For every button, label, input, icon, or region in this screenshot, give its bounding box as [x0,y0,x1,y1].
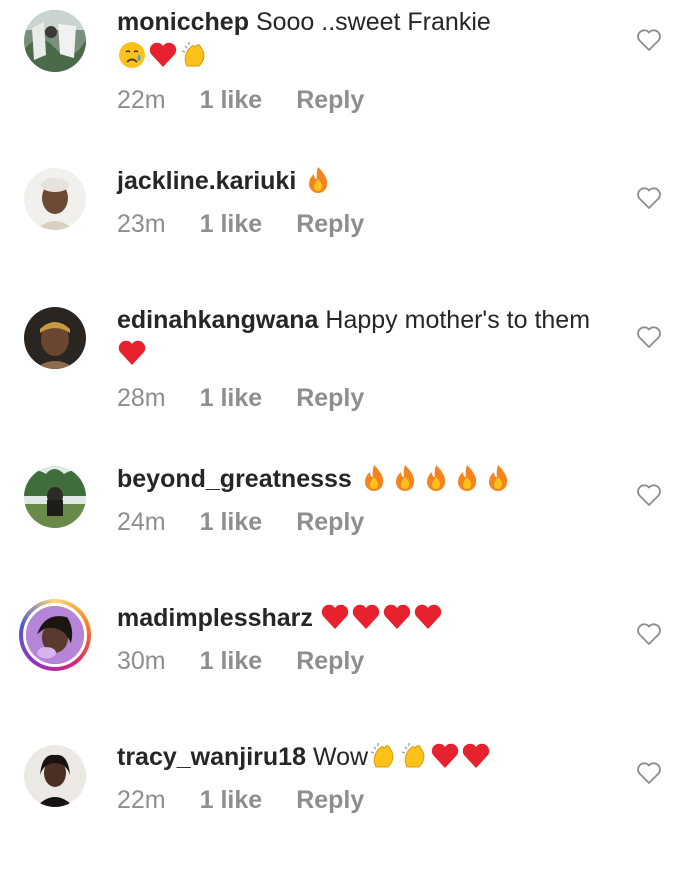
comment-time: 23m [117,210,166,238]
comment-time: 28m [117,384,166,412]
like-heart-icon[interactable] [636,28,662,52]
comment-username[interactable]: monicchep [117,8,249,36]
clapping-hands-emoji [399,741,429,771]
comment-body: Happy mother's to them [325,306,591,334]
comment-meta: 28m 1 like Reply [117,384,364,413]
red-heart-emoji [461,741,491,771]
comment-body: Wow [312,743,369,771]
comment-username[interactable]: jackline.kariuki [117,167,296,195]
avatar[interactable] [24,466,86,528]
avatar-image [24,168,86,230]
clapping-hands-emoji [179,40,209,70]
comment-text: tracy_wanjiru18 Wow [117,740,617,774]
comment-text: jackline.kariuki [117,164,617,198]
comment-time: 30m [117,647,166,675]
red-heart-emoji [148,40,178,70]
avatar-story-ring[interactable] [19,599,91,671]
comment-body: Sooo ..sweet Frankie [255,8,491,36]
clapping-hands-emoji [368,741,398,771]
comment-username[interactable]: tracy_wanjiru18 [117,743,306,771]
avatar [23,603,87,667]
like-heart-icon[interactable] [636,325,662,349]
like-heart-icon[interactable] [636,622,662,646]
like-heart-icon[interactable] [636,483,662,507]
comment-likes[interactable]: 1 like [200,86,263,115]
red-heart-emoji [117,338,147,368]
reply-button[interactable]: Reply [296,786,364,815]
comment-meta: 22m 1 like Reply [117,86,364,115]
reply-button[interactable]: Reply [296,384,364,413]
comment-time: 22m [117,86,166,114]
comment-meta: 24m 1 like Reply [117,508,364,537]
avatar-image [24,466,86,528]
comment-meta: 23m 1 like Reply [117,210,364,239]
red-heart-emoji [320,602,350,632]
comment-text: beyond_greatnesss [117,462,617,496]
like-heart-icon[interactable] [636,186,662,210]
reply-button[interactable]: Reply [296,86,364,115]
comment-likes[interactable]: 1 like [200,508,263,537]
comment-meta: 30m 1 like Reply [117,647,364,676]
comment-username[interactable]: edinahkangwana [117,306,318,334]
comment-likes[interactable]: 1 like [200,210,263,239]
red-heart-emoji [430,741,460,771]
like-heart-icon[interactable] [636,761,662,785]
reply-button[interactable]: Reply [296,210,364,239]
comment-likes[interactable]: 1 like [200,647,263,676]
comment-time: 24m [117,508,166,536]
comment-username[interactable]: madimplessharz [117,604,313,632]
reply-button[interactable]: Reply [296,508,364,537]
fire-emoji [452,463,482,493]
avatar[interactable] [24,10,86,72]
comment-likes[interactable]: 1 like [200,384,263,413]
red-heart-emoji [351,602,381,632]
comment-time: 22m [117,786,166,814]
fire-emoji [303,165,333,195]
avatar-image [24,10,86,72]
fire-emoji [483,463,513,493]
red-heart-emoji [382,602,412,632]
sad-tear-emoji [117,40,147,70]
avatar[interactable] [24,745,86,807]
avatar[interactable] [24,168,86,230]
avatar[interactable] [24,307,86,369]
fire-emoji [421,463,451,493]
red-heart-emoji [413,602,443,632]
comment-text: monicchep Sooo ..sweet Frankie [117,5,617,73]
avatar-image [26,606,84,664]
comment-meta: 22m 1 like Reply [117,786,364,815]
avatar-image [24,745,86,807]
reply-button[interactable]: Reply [296,647,364,676]
comment-likes[interactable]: 1 like [200,786,263,815]
comment-text: madimplessharz [117,601,617,635]
fire-emoji [390,463,420,493]
avatar-image [24,307,86,369]
fire-emoji [359,463,389,493]
comment-text: edinahkangwana Happy mother's to them [117,303,617,371]
comment-username[interactable]: beyond_greatnesss [117,465,352,493]
